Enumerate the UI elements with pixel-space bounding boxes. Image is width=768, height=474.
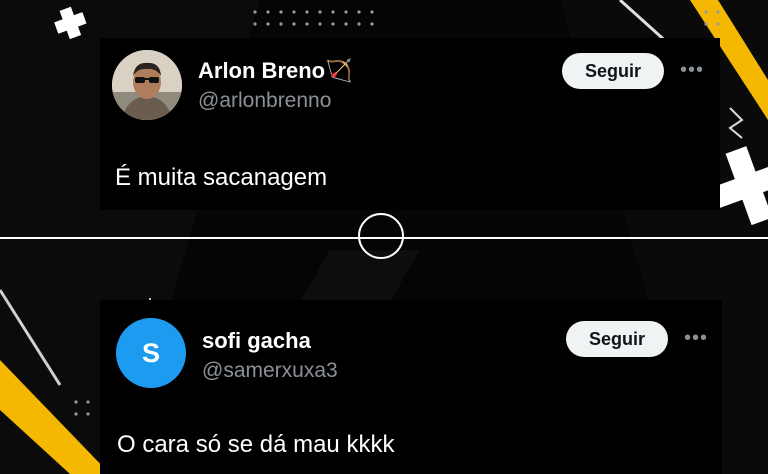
avatar[interactable]: S (116, 318, 186, 388)
tweet-text: É muita sacanagem (115, 164, 328, 191)
more-dots-icon[interactable]: ••• (684, 328, 708, 348)
tweet-card: S sofi gacha @samerxuxa3 Seguir ••• O ca… (100, 300, 722, 474)
display-name[interactable]: Arlon Breno🏹 (198, 58, 353, 84)
tweet-card: Arlon Breno🏹 @arlonbrenno Seguir ••• É m… (100, 38, 720, 210)
follow-button[interactable]: Seguir (562, 53, 664, 89)
user-handle[interactable]: @arlonbrenno (198, 89, 331, 113)
avatar[interactable] (112, 50, 182, 120)
display-name[interactable]: sofi gacha (202, 328, 311, 354)
user-photo-icon (112, 50, 182, 120)
follow-button[interactable]: Seguir (566, 321, 668, 357)
divider-circle (358, 213, 404, 259)
more-dots-icon[interactable]: ••• (680, 60, 704, 80)
user-handle[interactable]: @samerxuxa3 (202, 359, 338, 383)
tweet-text: O cara só se dá mau kkkk (117, 431, 395, 458)
avatar-letter: S (141, 337, 160, 368)
